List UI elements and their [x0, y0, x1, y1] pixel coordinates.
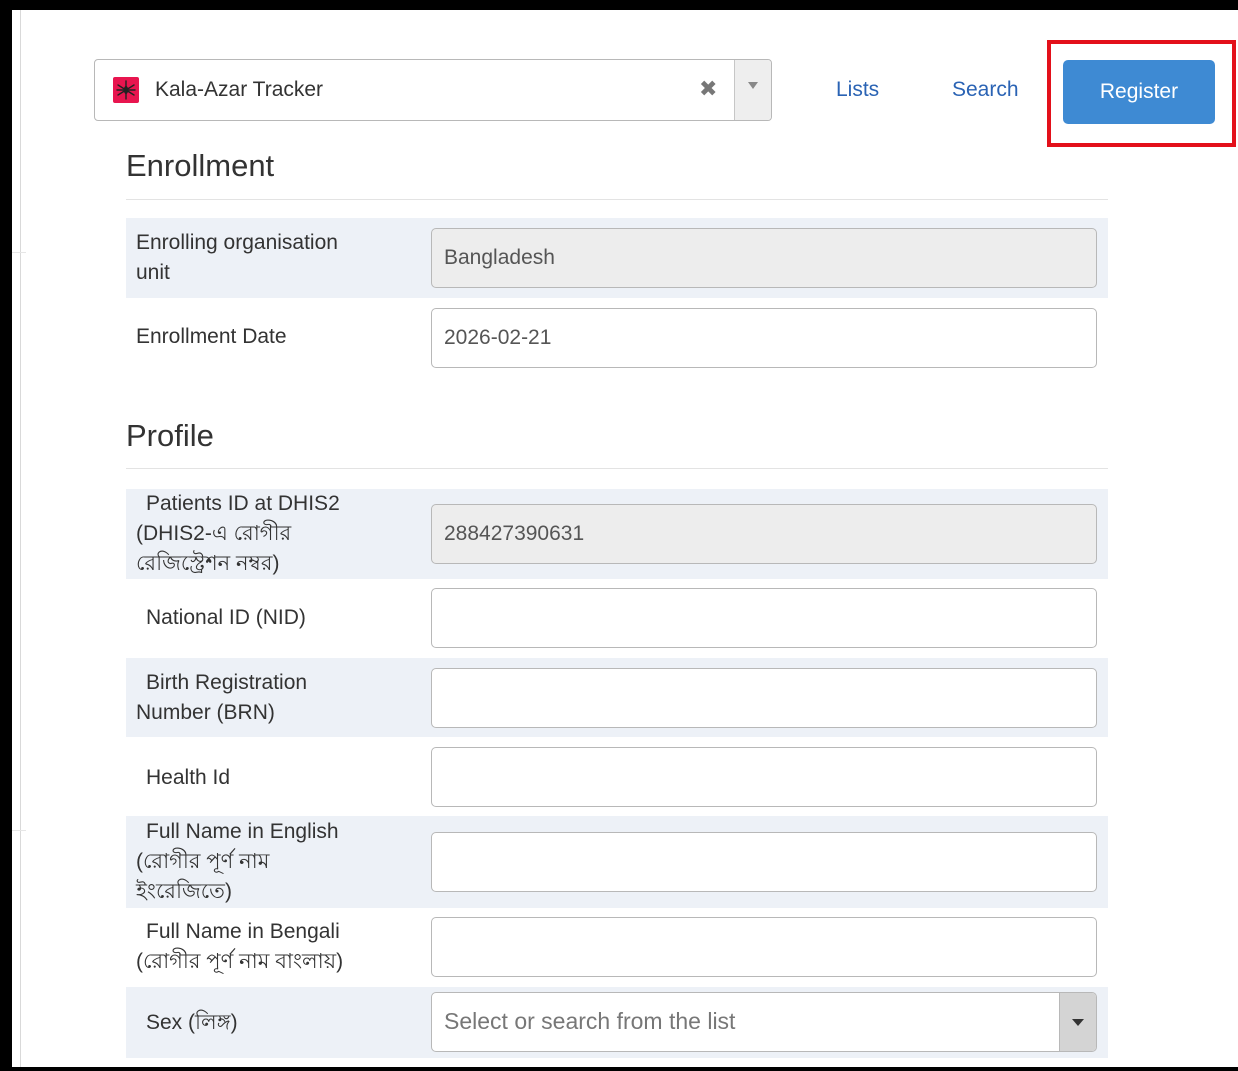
- full-name-english-row: Full Name in English (রোগীর পূর্ণ নাম ইং…: [126, 816, 1108, 908]
- program-name: Kala-Azar Tracker: [155, 78, 324, 101]
- enrolling-org-unit-field: [431, 228, 1097, 288]
- program-dropdown-toggle[interactable]: [734, 60, 771, 120]
- caret-down-icon: [748, 82, 758, 89]
- brn-label: Birth Registration Number (BRN): [136, 668, 307, 728]
- full-name-english-label: Full Name in English (রোগীর পূর্ণ নাম ইং…: [136, 817, 339, 907]
- label-line: unit: [136, 261, 170, 284]
- enrollment-date-row: Enrollment Date: [126, 298, 1108, 378]
- register-highlight-box: [1047, 40, 1236, 147]
- screen-frame-left: [0, 0, 12, 1071]
- mosquito-icon: [113, 77, 139, 103]
- sidebar-divider-tick: [12, 830, 26, 831]
- sex-select[interactable]: Select or search from the list: [431, 992, 1097, 1052]
- health-id-input[interactable]: [431, 747, 1097, 807]
- enrolling-org-unit-row: Enrolling organisation unit: [126, 218, 1108, 298]
- label-line: Patients ID at DHIS2: [146, 492, 340, 515]
- patient-id-row: Patients ID at DHIS2 (DHIS2-এ রোগীর রেজি…: [126, 489, 1108, 579]
- brn-row: Birth Registration Number (BRN): [126, 658, 1108, 737]
- label-line: Number (BRN): [136, 701, 275, 724]
- sex-select-placeholder: Select or search from the list: [444, 1008, 736, 1034]
- nid-row: National ID (NID): [126, 579, 1108, 658]
- nid-label: National ID (NID): [146, 606, 306, 629]
- label-line: (রোগীর পূর্ণ নাম: [136, 850, 270, 873]
- label-line: ইংরেজিতে): [136, 880, 232, 903]
- health-id-row: Health Id: [126, 737, 1108, 816]
- label-line: Birth Registration: [146, 671, 308, 694]
- screen-frame-bottom: [0, 1067, 1238, 1071]
- enrolling-org-unit-label: Enrolling organisation unit: [136, 228, 338, 288]
- screen-frame-top: [0, 0, 1238, 10]
- profile-divider: [126, 468, 1108, 469]
- sidebar-divider-tick: [12, 252, 26, 253]
- label-line: Full Name in English: [146, 820, 339, 843]
- search-link[interactable]: Search: [952, 78, 1019, 102]
- enrollment-title: Enrollment: [126, 148, 275, 183]
- program-selector[interactable]: Kala-Azar Tracker ✖: [94, 59, 772, 121]
- enrollment-divider: [126, 199, 1108, 200]
- label-line: Full Name in Bengali: [146, 920, 340, 943]
- health-id-label: Health Id: [146, 766, 231, 789]
- full-name-english-input[interactable]: [431, 832, 1097, 892]
- enrollment-date-label: Enrollment Date: [136, 325, 287, 348]
- full-name-bengali-input[interactable]: [431, 917, 1097, 977]
- caret-down-icon: [1072, 1019, 1084, 1026]
- clear-x-icon[interactable]: ✖: [699, 76, 717, 102]
- full-name-bengali-row: Full Name in Bengali (রোগীর পূর্ণ নাম বা…: [126, 908, 1108, 987]
- enrollment-date-input[interactable]: [431, 308, 1097, 368]
- label-line: (রোগীর পূর্ণ নাম বাংলায়): [136, 950, 344, 973]
- sex-row: Sex (লিঙ্গ) Select or search from the li…: [126, 987, 1108, 1058]
- full-name-bengali-label: Full Name in Bengali (রোগীর পূর্ণ নাম বা…: [136, 917, 343, 977]
- sex-label: Sex (লিঙ্গ): [146, 1011, 238, 1034]
- profile-title: Profile: [126, 418, 214, 453]
- patient-id-label: Patients ID at DHIS2 (DHIS2-এ রোগীর রেজি…: [136, 489, 340, 579]
- lists-link[interactable]: Lists: [836, 78, 879, 102]
- sex-dropdown-toggle[interactable]: [1059, 993, 1096, 1051]
- label-line: (DHIS2-এ রোগীর: [136, 522, 292, 545]
- patient-id-field: [431, 504, 1097, 564]
- sidebar-divider: [20, 10, 21, 1067]
- brn-input[interactable]: [431, 668, 1097, 728]
- nid-input[interactable]: [431, 588, 1097, 648]
- label-line: Enrolling organisation: [136, 231, 338, 254]
- label-line: রেজিস্ট্রেশন নম্বর): [136, 552, 280, 575]
